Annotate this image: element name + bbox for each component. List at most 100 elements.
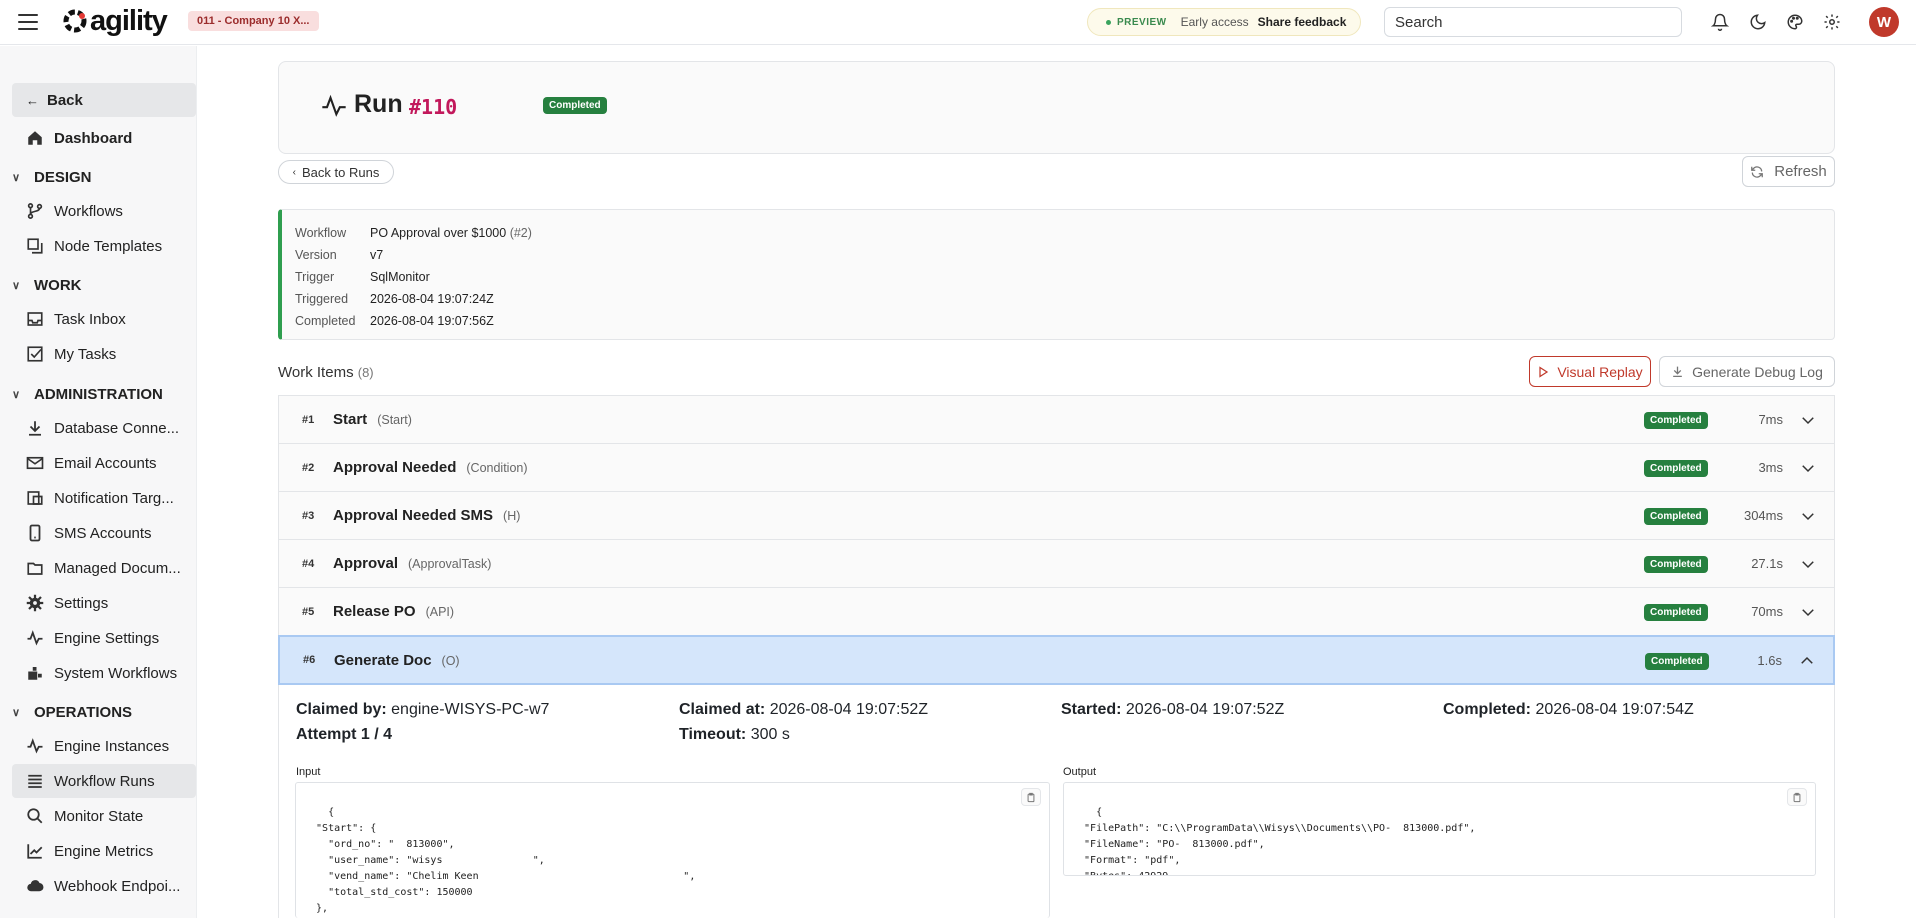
section-operations[interactable]: ∨ OPERATIONS: [12, 701, 132, 723]
completed-value: 2026-08-04 19:07:56Z: [370, 314, 494, 328]
workflow-link[interactable]: PO Approval over $1000 (#2): [370, 226, 532, 240]
sidebar-back[interactable]: ← Back: [12, 83, 196, 117]
input-json[interactable]: { "Start": { "ord_no": " 813000", "user_…: [295, 782, 1050, 918]
gear-icon[interactable]: [1820, 10, 1844, 34]
app-logo[interactable]: agility: [61, 6, 168, 36]
download-icon: [1673, 366, 1682, 378]
work-item-number: #6: [303, 654, 316, 666]
search-input[interactable]: [1384, 7, 1682, 37]
section-title: Work Items: [278, 364, 354, 381]
list-icon: [28, 774, 42, 788]
detail-label: Started:: [1061, 701, 1122, 718]
chevron-down-icon[interactable]: [1799, 507, 1817, 525]
palette-icon[interactable]: [1783, 10, 1807, 34]
sidebar-item-managed-documents[interactable]: Managed Docum...: [12, 551, 196, 585]
sidebar-item-node-templates[interactable]: Node Templates: [12, 229, 196, 263]
back-to-runs-button[interactable]: ‹ Back to Runs: [278, 160, 394, 184]
bell-icon[interactable]: [1708, 10, 1732, 34]
sidebar-item-my-tasks[interactable]: My Tasks: [12, 337, 196, 371]
sidebar-item-label: Webhook Endpoi...: [54, 877, 181, 895]
detail-value: 2026-08-04 19:07:54Z: [1535, 701, 1694, 718]
sidebar-item-sms-accounts[interactable]: SMS Accounts: [12, 516, 196, 550]
chevron-up-icon[interactable]: [1798, 652, 1816, 670]
sidebar-item-engine-settings[interactable]: Engine Settings: [12, 621, 196, 655]
sidebar-item-workflow-runs[interactable]: Workflow Runs: [12, 764, 196, 798]
sidebar-item-engine-instances[interactable]: Engine Instances: [12, 729, 196, 763]
sidebar-item-label: Engine Metrics: [54, 842, 154, 860]
generate-debug-log-button[interactable]: Generate Debug Log: [1659, 356, 1835, 387]
started-at: Started: 2026-08-04 19:07:52Z: [1061, 701, 1284, 719]
section-administration[interactable]: ∨ ADMINISTRATION: [12, 383, 163, 405]
visual-replay-button[interactable]: Visual Replay: [1529, 356, 1651, 387]
run-metadata: Workflow PO Approval over $1000 (#2) Vers…: [278, 209, 1835, 340]
sidebar-item-settings[interactable]: Settings: [12, 586, 196, 620]
work-item-type: (O): [441, 653, 460, 668]
arrow-left-icon: ←: [26, 92, 39, 108]
version-value: v7: [370, 248, 384, 262]
sidebar-item-label: Dashboard: [54, 129, 133, 147]
sidebar-item-database-connections[interactable]: Database Conne...: [12, 411, 196, 445]
work-item-row[interactable]: #1 Start (Start) Completed 7ms: [278, 395, 1835, 444]
work-items-count: (8): [357, 365, 374, 380]
work-item-row[interactable]: #5 Release PO (API) Completed 70ms: [278, 587, 1835, 636]
meta-label: Trigger: [295, 270, 335, 284]
chevron-down-icon[interactable]: [1799, 603, 1817, 621]
user-avatar[interactable]: W: [1869, 7, 1899, 37]
sidebar-item-label: Email Accounts: [54, 454, 157, 472]
inbox-icon: [27, 312, 43, 326]
sidebar-item-engine-metrics[interactable]: Engine Metrics: [12, 834, 196, 868]
sidebar-item-monitor-state[interactable]: Monitor State: [12, 799, 196, 833]
meta-label: Version: [295, 248, 337, 262]
work-item-row[interactable]: #4 Approval (ApprovalTask) Completed 27.1…: [278, 539, 1835, 588]
sidebar-item-notification-targets[interactable]: Notification Targ...: [12, 481, 196, 515]
work-item-row[interactable]: #3 Approval Needed SMS (H) Completed 304m…: [278, 491, 1835, 540]
sidebar-item-email-accounts[interactable]: Email Accounts: [12, 446, 196, 480]
sidebar-item-system-workflows[interactable]: System Workflows: [12, 656, 196, 690]
refresh-button[interactable]: Refresh: [1742, 156, 1835, 187]
section-work[interactable]: ∨ WORK: [12, 274, 82, 296]
puzzle-icon: [28, 667, 42, 680]
input-label: Input: [296, 766, 321, 778]
sidebar-item-label: Settings: [54, 594, 109, 612]
share-feedback-link[interactable]: Share feedback: [1258, 15, 1347, 29]
detail-label: Timeout:: [679, 726, 747, 743]
menu-icon[interactable]: [18, 12, 38, 32]
sidebar-item-label: Workflow Runs: [54, 772, 155, 790]
chevron-down-icon[interactable]: [1799, 555, 1817, 573]
top-bar: agility 011 - Company 10 X... PREVIEW Ea…: [0, 0, 1916, 45]
home-icon: [28, 131, 42, 145]
chevron-down-icon[interactable]: [1799, 459, 1817, 477]
mail-icon: [26, 456, 44, 470]
work-item-duration: 7ms: [1758, 412, 1783, 427]
output-json[interactable]: { "FilePath": "C:\\ProgramData\\Wisys\\D…: [1063, 782, 1816, 876]
sidebar-item-label: My Tasks: [54, 345, 117, 363]
timeout: Timeout: 300 s: [679, 726, 790, 744]
sidebar: ← Back Dashboard ∨ DESIGN Workflows Node …: [0, 46, 197, 918]
work-item-row[interactable]: #2 Approval Needed (Condition) Completed …: [278, 443, 1835, 492]
copy-icon[interactable]: [1021, 788, 1041, 806]
sidebar-item-task-inbox[interactable]: Task Inbox: [12, 302, 196, 336]
button-label: Generate Debug Log: [1692, 363, 1823, 380]
detail-label: Attempt 1 / 4: [296, 726, 393, 743]
sidebar-item-label: Managed Docum...: [54, 559, 181, 577]
sidebar-item-workflows[interactable]: Workflows: [12, 194, 196, 228]
status-badge: Completed: [1644, 460, 1708, 477]
sidebar-item-webhook-endpoints[interactable]: Webhook Endpoi...: [12, 869, 196, 903]
section-design[interactable]: ∨ DESIGN: [12, 166, 92, 188]
meta-label: Workflow: [295, 226, 347, 240]
work-item-number: #4: [302, 557, 315, 570]
work-item-row-selected[interactable]: #6 Generate Doc (O) Completed 1.6s: [278, 635, 1835, 685]
chevron-down-icon[interactable]: [1799, 411, 1817, 429]
status-badge: Completed: [1644, 508, 1708, 525]
work-item-duration: 70ms: [1751, 604, 1783, 619]
output-code: { "FilePath": "C:\\ProgramData\\Wisys\\D…: [1084, 807, 1476, 875]
copy-icon[interactable]: [1787, 788, 1807, 806]
sidebar-item-dashboard[interactable]: Dashboard: [12, 121, 196, 155]
moon-icon[interactable]: [1746, 10, 1770, 34]
status-badge: Completed: [1645, 653, 1709, 670]
detail-value: 2026-08-04 19:07:52Z: [769, 701, 929, 718]
company-selector[interactable]: 011 - Company 10 X...: [188, 11, 319, 31]
branch-icon: [27, 203, 43, 219]
sidebar-item-label: Engine Settings: [54, 629, 160, 647]
detail-value: 300 s: [750, 726, 790, 743]
